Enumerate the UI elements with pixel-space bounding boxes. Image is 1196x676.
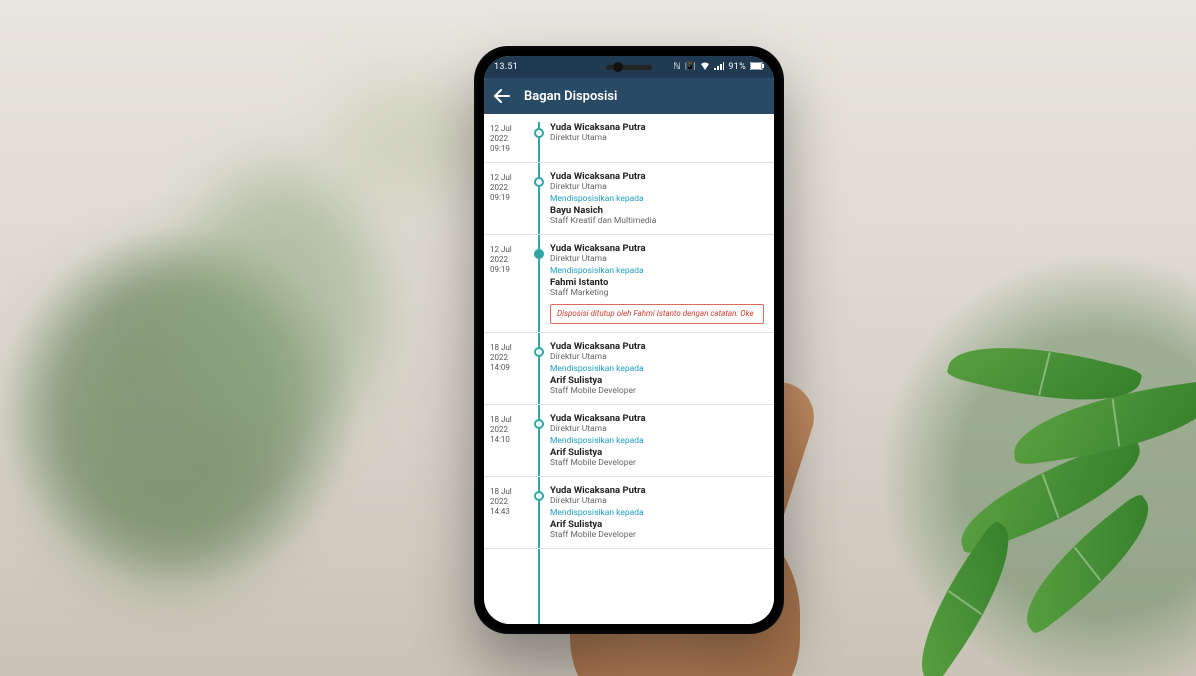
phone-frame: 13.51 ℕ 📳 91% (474, 46, 784, 634)
timeline-item[interactable]: 12 Jul202209:19Yuda Wicaksana PutraDirek… (484, 114, 774, 163)
timeline-item[interactable]: 12 Jul202209:19Yuda Wicaksana PutraDirek… (484, 235, 774, 333)
sender-role: Direktur Utama (550, 424, 764, 434)
receiver-name: Fahmi Istanto (550, 277, 764, 288)
receiver-role: Staff Marketing (550, 288, 764, 298)
timeline-item[interactable]: 12 Jul202209:19Yuda Wicaksana PutraDirek… (484, 163, 774, 235)
sender-name: Yuda Wicaksana Putra (550, 485, 764, 496)
signal-icon (714, 62, 724, 73)
timeline-body: Yuda Wicaksana PutraDirektur Utama Mendis… (532, 341, 764, 396)
disposition-note: Disposisi ditutup oleh Fahmi Istanto den… (550, 304, 764, 324)
timeline-dot (534, 128, 544, 138)
receiver-role: Staff Mobile Developer (550, 530, 764, 540)
disposition-action: Mendisposisikan kepada (550, 364, 764, 374)
arrow-left-icon (494, 88, 510, 104)
timeline-body: Yuda Wicaksana PutraDirektur Utama Mendis… (532, 485, 764, 540)
disposition-action: Mendisposisikan kepada (550, 436, 764, 446)
receiver-name: Arif Sulistya (550, 447, 764, 458)
page-title: Bagan Disposisi (524, 89, 617, 104)
timeline-date: 12 Jul202209:19 (490, 171, 532, 226)
wifi-icon (700, 62, 710, 73)
sender-name: Yuda Wicaksana Putra (550, 171, 764, 182)
sender-name: Yuda Wicaksana Putra (550, 243, 764, 254)
nfc-icon: ℕ (673, 62, 681, 72)
timeline-date: 18 Jul202214:10 (490, 413, 532, 468)
receiver-name: Bayu Nasich (550, 205, 764, 216)
sender-role: Direktur Utama (550, 182, 764, 192)
timeline-body: Yuda Wicaksana PutraDirektur Utama Mendis… (532, 243, 764, 324)
phone-screen: 13.51 ℕ 📳 91% (484, 56, 774, 624)
sender-role: Direktur Utama (550, 496, 764, 506)
timeline-body: Yuda Wicaksana PutraDirektur Utama Mendis… (532, 413, 764, 468)
timeline-date: 12 Jul202209:19 (490, 122, 532, 154)
bg-blur (180, 170, 380, 430)
timeline-item[interactable]: 18 Jul202214:09Yuda Wicaksana PutraDirek… (484, 333, 774, 405)
app-bar: Bagan Disposisi (484, 78, 774, 114)
receiver-role: Staff Mobile Developer (550, 458, 764, 468)
timeline-content[interactable]: 12 Jul202209:19Yuda Wicaksana PutraDirek… (484, 114, 774, 624)
timeline-dot (534, 249, 544, 259)
vibrate-icon: 📳 (685, 62, 697, 72)
timeline-body: Yuda Wicaksana PutraDirektur Utama Mendis… (532, 171, 764, 226)
sender-role: Direktur Utama (550, 133, 764, 143)
timeline-date: 12 Jul202209:19 (490, 243, 532, 324)
status-time: 13.51 (494, 62, 518, 72)
battery-icon (750, 62, 764, 73)
sender-name: Yuda Wicaksana Putra (550, 122, 764, 133)
timeline-item[interactable]: 18 Jul202214:10Yuda Wicaksana PutraDirek… (484, 405, 774, 477)
timeline-dot (534, 177, 544, 187)
receiver-role: Staff Mobile Developer (550, 386, 764, 396)
sender-role: Direktur Utama (550, 352, 764, 362)
receiver-name: Arif Sulistya (550, 375, 764, 386)
timeline-date: 18 Jul202214:43 (490, 485, 532, 540)
sender-role: Direktur Utama (550, 254, 764, 264)
disposition-action: Mendisposisikan kepada (550, 266, 764, 276)
disposition-action: Mendisposisikan kepada (550, 508, 764, 518)
timeline-item[interactable]: 18 Jul202214:43Yuda Wicaksana PutraDirek… (484, 477, 774, 549)
back-button[interactable] (494, 88, 510, 104)
phone-camera (613, 62, 623, 72)
status-battery: 91% (728, 62, 746, 72)
bg-blur (330, 80, 490, 200)
timeline-date: 18 Jul202214:09 (490, 341, 532, 396)
timeline-body: Yuda Wicaksana PutraDirektur Utama (532, 122, 764, 154)
receiver-name: Arif Sulistya (550, 519, 764, 530)
scene-background: 13.51 ℕ 📳 91% (0, 0, 1196, 676)
sender-name: Yuda Wicaksana Putra (550, 413, 764, 424)
receiver-role: Staff Kreatif dan Multimedia (550, 216, 764, 226)
disposition-action: Mendisposisikan kepada (550, 194, 764, 204)
sender-name: Yuda Wicaksana Putra (550, 341, 764, 352)
